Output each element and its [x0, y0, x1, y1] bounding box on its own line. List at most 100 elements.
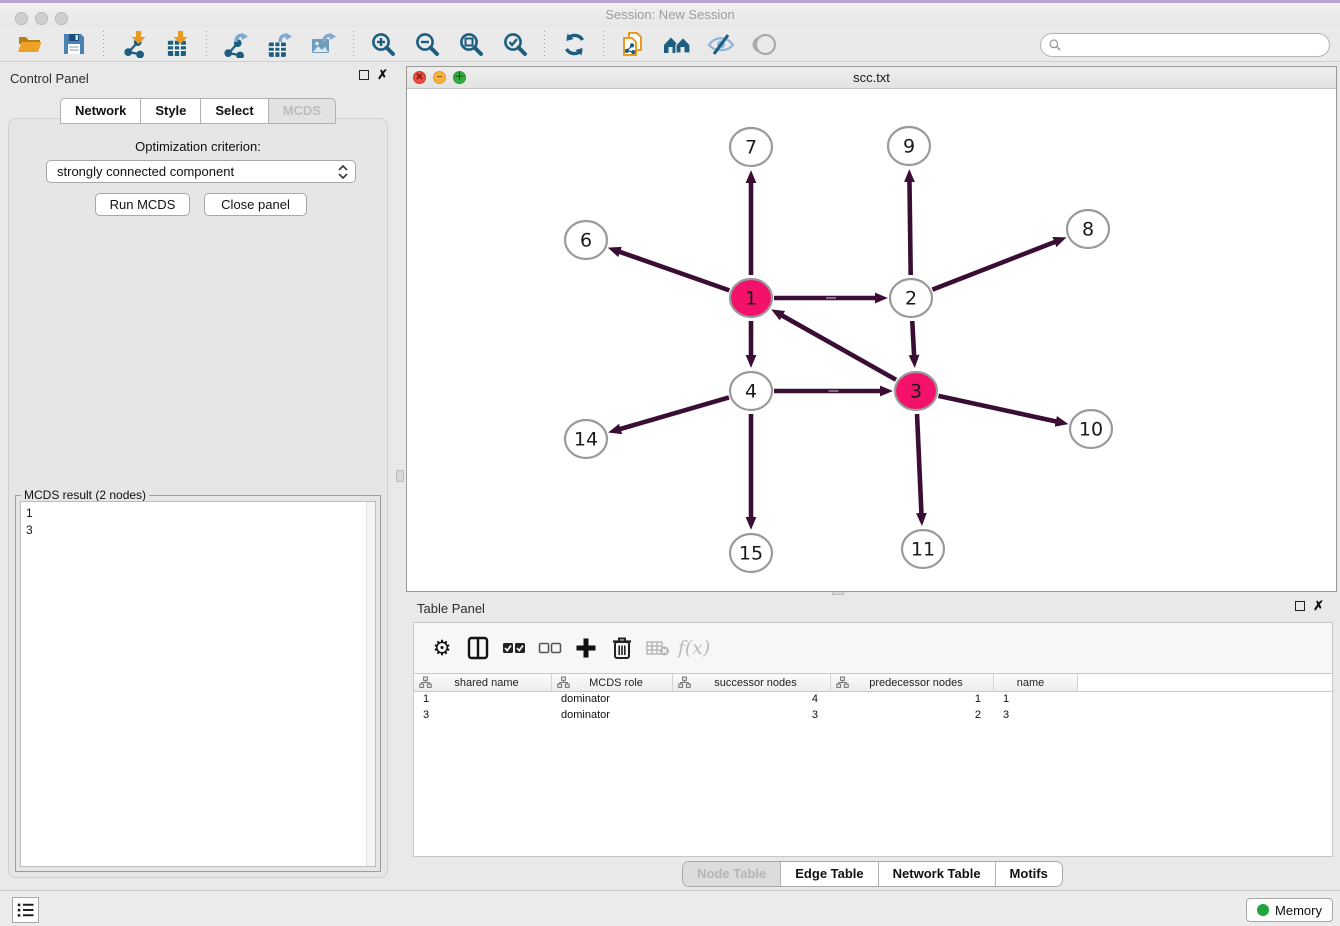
- tab-motifs[interactable]: Motifs: [996, 862, 1062, 886]
- control-panel: Control Panel ✗ NetworkStyleSelectMCDS O…: [0, 62, 396, 890]
- table-row[interactable]: 1dominator411: [414, 692, 1332, 708]
- zoom-selected-icon[interactable]: [500, 29, 530, 59]
- delete-row-icon[interactable]: [604, 633, 640, 663]
- zoom-window-button[interactable]: [55, 12, 68, 25]
- graph-node-10[interactable]: 10: [1070, 410, 1112, 448]
- svg-text:6: 6: [580, 230, 592, 252]
- control-panel-header: Control Panel ✗: [0, 62, 396, 92]
- clone-network-icon[interactable]: [618, 29, 648, 59]
- import-table-icon[interactable]: [162, 29, 192, 59]
- table-cell[interactable]: dominator: [552, 692, 673, 708]
- search-input[interactable]: [1066, 38, 1329, 53]
- tab-select[interactable]: Select: [201, 98, 268, 124]
- graph-node-7[interactable]: 7: [730, 128, 772, 166]
- edge-3-11[interactable]: [917, 414, 921, 514]
- node-table-container: ⚙f(x) shared name MCDS role successor no…: [413, 622, 1333, 857]
- zoom-fit-icon[interactable]: [456, 29, 486, 59]
- graph-node-1[interactable]: 1: [730, 279, 772, 317]
- graph-node-9[interactable]: 9: [888, 127, 930, 165]
- tab-edge-table[interactable]: Edge Table: [781, 862, 878, 886]
- zoom-out-icon[interactable]: [412, 29, 442, 59]
- table-cell[interactable]: 3: [994, 708, 1078, 724]
- graph-node-4[interactable]: 4: [730, 372, 772, 410]
- network-window-titlebar[interactable]: ✕ − ＋ scc.txt: [407, 67, 1336, 89]
- network-graph-canvas[interactable]: 7 9 6 8 1 2 4 3 14 10 15 11: [407, 89, 1336, 591]
- show-all-icon[interactable]: [750, 29, 780, 59]
- svg-text:1: 1: [745, 288, 757, 310]
- table-toolbar: ⚙f(x): [414, 623, 1332, 673]
- result-scrollbar[interactable]: [366, 502, 375, 866]
- memory-button[interactable]: Memory: [1246, 898, 1333, 922]
- run-mcds-button[interactable]: Run MCDS: [95, 193, 190, 216]
- table-cell[interactable]: 1: [994, 692, 1078, 708]
- column-type-icon: [678, 676, 691, 689]
- table-cell[interactable]: 1: [831, 692, 994, 708]
- gear-icon[interactable]: ⚙: [424, 633, 460, 663]
- svg-text:8: 8: [1082, 219, 1094, 241]
- import-network-icon[interactable]: [118, 29, 148, 59]
- save-session-icon[interactable]: [59, 29, 89, 59]
- mcds-result-text[interactable]: 1 3: [20, 501, 376, 867]
- add-row-icon[interactable]: [568, 633, 604, 663]
- column-header-successor-nodes[interactable]: successor nodes: [673, 674, 831, 691]
- network-close-icon[interactable]: ✕: [413, 71, 426, 84]
- column-header-predecessor-nodes[interactable]: predecessor nodes: [831, 674, 994, 691]
- tab-mcds[interactable]: MCDS: [269, 98, 336, 124]
- table-cell[interactable]: 2: [831, 708, 994, 724]
- graph-node-2[interactable]: 2: [890, 279, 932, 317]
- edge-4-14[interactable]: [620, 397, 729, 429]
- vertical-splitter-handle[interactable]: [396, 470, 404, 482]
- close-panel-button[interactable]: Close panel: [204, 193, 307, 216]
- edge-2-3[interactable]: [912, 321, 914, 356]
- refresh-layout-icon[interactable]: [559, 29, 589, 59]
- table-row[interactable]: 3dominator323: [414, 708, 1332, 724]
- tab-node-table[interactable]: Node Table: [683, 862, 781, 886]
- hide-selected-icon[interactable]: [706, 29, 736, 59]
- graph-node-3[interactable]: 3: [895, 372, 937, 410]
- edge-3-1[interactable]: [781, 315, 895, 380]
- search-box[interactable]: [1040, 33, 1330, 57]
- table-cell[interactable]: 4: [673, 692, 831, 708]
- graph-node-15[interactable]: 15: [730, 534, 772, 572]
- network-maximize-icon[interactable]: ＋: [453, 71, 466, 84]
- zoom-in-icon[interactable]: [368, 29, 398, 59]
- optimization-criterion-select[interactable]: strongly connected component: [46, 160, 356, 183]
- column-header-name[interactable]: name: [994, 674, 1078, 691]
- network-minimize-icon[interactable]: −: [433, 71, 446, 84]
- main-toolbar: [0, 27, 1340, 62]
- close-panel-icon[interactable]: ✗: [377, 70, 388, 80]
- float-panel-icon[interactable]: [359, 70, 369, 80]
- export-image-icon[interactable]: [309, 29, 339, 59]
- table-cell[interactable]: 3: [673, 708, 831, 724]
- task-history-button[interactable]: [12, 897, 39, 923]
- edge-2-8[interactable]: [932, 242, 1055, 290]
- open-session-icon[interactable]: [15, 29, 45, 59]
- columns-icon[interactable]: [460, 633, 496, 663]
- column-header-MCDS-role[interactable]: MCDS role: [552, 674, 673, 691]
- export-network-icon[interactable]: [221, 29, 251, 59]
- close-table-panel-icon[interactable]: ✗: [1313, 601, 1324, 611]
- table-cell[interactable]: 1: [414, 692, 552, 708]
- graph-node-8[interactable]: 8: [1067, 210, 1109, 248]
- table-cell[interactable]: 3: [414, 708, 552, 724]
- edge-2-9[interactable]: [909, 181, 910, 275]
- export-table-icon[interactable]: [265, 29, 295, 59]
- control-panel-title: Control Panel: [10, 71, 89, 86]
- edge-3-10[interactable]: [938, 396, 1056, 422]
- graph-node-11[interactable]: 11: [902, 530, 944, 568]
- edge-1-6[interactable]: [619, 252, 729, 291]
- float-table-panel-icon[interactable]: [1295, 601, 1305, 611]
- unselect-all-icon[interactable]: [532, 633, 568, 663]
- graph-node-6[interactable]: 6: [565, 221, 607, 259]
- close-window-button[interactable]: [15, 12, 28, 25]
- table-cell[interactable]: dominator: [552, 708, 673, 724]
- select-all-icon[interactable]: [496, 633, 532, 663]
- tab-network[interactable]: Network: [60, 98, 141, 124]
- table-panel-title: Table Panel: [417, 601, 485, 616]
- first-neighbors-icon[interactable]: [662, 29, 692, 59]
- graph-node-14[interactable]: 14: [565, 420, 607, 458]
- column-header-shared-name[interactable]: shared name: [414, 674, 552, 691]
- minimize-window-button[interactable]: [35, 12, 48, 25]
- tab-network-table[interactable]: Network Table: [879, 862, 996, 886]
- tab-style[interactable]: Style: [141, 98, 201, 124]
